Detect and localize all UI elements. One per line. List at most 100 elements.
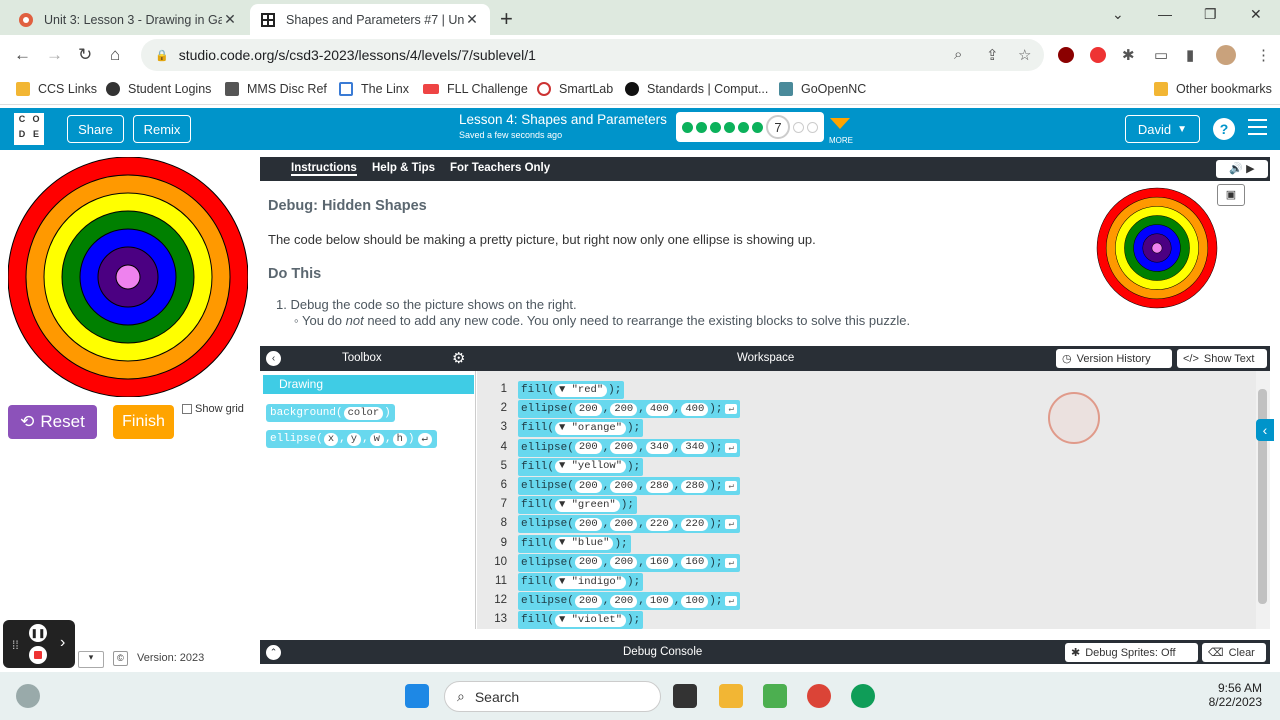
- level-dot[interactable]: [696, 121, 707, 133]
- ellipse-arg[interactable]: 200: [610, 556, 638, 570]
- lesson-title[interactable]: Lesson 4: Shapes and Parameters: [459, 112, 667, 127]
- ellipse-arg[interactable]: 100: [645, 594, 673, 608]
- code-block-ellipse[interactable]: ellipse(200, 200, 280, 280); ↵: [518, 477, 740, 495]
- show-grid-toggle[interactable]: Show grid: [182, 403, 244, 415]
- bookmark-mms-disc-ref[interactable]: MMS Disc Ref: [225, 82, 327, 96]
- file-explorer-icon[interactable]: [719, 684, 743, 708]
- clear-button[interactable]: ⌫ Clear: [1202, 643, 1266, 662]
- share-icon[interactable]: ⇪: [986, 46, 999, 64]
- code-block-fill[interactable]: fill(▼ "blue");: [518, 534, 631, 553]
- version-dropdown[interactable]: ▾: [78, 651, 104, 668]
- code-block-ellipse[interactable]: ellipse(200, 200, 400, 400); ↵: [518, 400, 740, 419]
- taskbar-search[interactable]: ⌕ Search: [444, 681, 661, 712]
- ellipse-arg[interactable]: 200: [610, 479, 638, 493]
- ellipse-arg[interactable]: 100: [681, 594, 709, 608]
- bookmark-ccs-links[interactable]: CCS Links: [16, 82, 97, 96]
- color-dropdown[interactable]: ▼ "indigo": [555, 575, 627, 589]
- extension-u-icon[interactable]: [1058, 47, 1074, 63]
- code-block-fill[interactable]: fill(▼ "yellow");: [518, 457, 644, 476]
- stop-icon[interactable]: [29, 646, 47, 664]
- forward-arrow-icon[interactable]: →: [46, 45, 63, 65]
- code-workspace[interactable]: 1 fill(▼ "red"); 2 ellipse(200, 200, 400, 400)…: [477, 371, 1256, 629]
- windows-start-icon[interactable]: [405, 684, 429, 708]
- ellipse-arg[interactable]: 200: [574, 402, 602, 416]
- collapse-panel-icon[interactable]: ‹: [1256, 419, 1274, 441]
- ellipse-arg[interactable]: 400: [645, 402, 673, 416]
- ellipse-arg[interactable]: 200: [610, 402, 638, 416]
- ellipse-arg[interactable]: 200: [610, 441, 638, 455]
- restore-icon[interactable]: ❐: [1204, 6, 1217, 23]
- user-menu-button[interactable]: David ▼: [1125, 115, 1200, 143]
- chrome-profile-icon[interactable]: [807, 684, 831, 708]
- show-text-button[interactable]: </> Show Text: [1177, 349, 1267, 368]
- tab-lesson3[interactable]: Unit 3: Lesson 3 - Drawing in Gam ✕: [8, 4, 248, 35]
- expand-up-icon[interactable]: ⌃: [266, 645, 281, 660]
- level-dot[interactable]: [752, 121, 763, 133]
- more-chevron-icon[interactable]: [830, 118, 850, 129]
- new-tab-plus-icon[interactable]: +: [500, 6, 513, 32]
- code-org-logo[interactable]: C O D E: [14, 113, 44, 145]
- version-history-button[interactable]: ◷ Version History: [1056, 349, 1172, 368]
- level-dot[interactable]: [807, 121, 818, 133]
- level-dot[interactable]: [738, 121, 749, 133]
- image-preview-icon[interactable]: ▣: [1217, 184, 1245, 206]
- tab-search-chevron-icon[interactable]: ⌄: [1112, 6, 1124, 23]
- workspace-scrollbar[interactable]: [1256, 371, 1270, 629]
- back-arrow-icon[interactable]: ←: [14, 45, 31, 65]
- tab-for-teachers[interactable]: For Teachers Only: [450, 162, 550, 174]
- ellipse-arg[interactable]: 200: [574, 441, 602, 455]
- level-dot[interactable]: [793, 121, 804, 133]
- app-d-icon[interactable]: [763, 684, 787, 708]
- ellipse-arg[interactable]: 200: [610, 594, 638, 608]
- ellipse-arg[interactable]: 160: [645, 556, 673, 570]
- code-block-fill[interactable]: fill(▼ "violet");: [518, 611, 644, 629]
- hamburger-menu-icon[interactable]: [1248, 119, 1267, 140]
- extension-record-icon[interactable]: [1090, 47, 1106, 63]
- cast-icon[interactable]: ▭: [1154, 46, 1168, 64]
- tab-help-tips[interactable]: Help & Tips: [372, 162, 435, 174]
- kebab-menu-icon[interactable]: ⋮: [1256, 46, 1271, 64]
- expected-result-image[interactable]: [1096, 187, 1218, 309]
- code-block-fill[interactable]: fill(▼ "indigo");: [518, 573, 644, 591]
- bookmark-other[interactable]: Other bookmarks: [1154, 82, 1272, 96]
- ellipse-arg[interactable]: 200: [574, 594, 602, 608]
- finish-button[interactable]: Finish: [113, 405, 174, 439]
- bookmark-star-icon[interactable]: ☆: [1018, 46, 1031, 64]
- tab-instructions[interactable]: Instructions: [291, 162, 357, 176]
- copyright-icon[interactable]: ©: [113, 651, 128, 666]
- ellipse-arg[interactable]: 280: [681, 479, 709, 493]
- widgets-icon[interactable]: [16, 684, 40, 708]
- code-block-fill[interactable]: fill(▼ "green");: [518, 496, 637, 515]
- code-block-ellipse[interactable]: ellipse(200, 200, 100, 100); ↵: [518, 592, 740, 611]
- close-tab-icon[interactable]: ✕: [464, 11, 480, 28]
- code-block-fill[interactable]: fill(▼ "orange");: [518, 419, 644, 438]
- ellipse-arg[interactable]: 200: [574, 517, 602, 531]
- more-label[interactable]: MORE: [829, 136, 853, 145]
- checkbox[interactable]: [182, 404, 192, 414]
- code-block-ellipse[interactable]: ellipse(200, 200, 340, 340); ↵: [518, 438, 740, 457]
- color-dropdown[interactable]: ▼ "green": [555, 498, 620, 512]
- level-dot[interactable]: [724, 121, 735, 133]
- code-block-ellipse[interactable]: ellipse(200, 200, 220, 220); ↵: [518, 515, 740, 534]
- remix-button[interactable]: Remix: [133, 115, 191, 143]
- home-icon[interactable]: ⌂: [110, 45, 120, 65]
- code-block-fill[interactable]: fill(▼ "red");: [518, 381, 625, 399]
- collapse-left-icon[interactable]: ‹: [266, 351, 281, 366]
- bookmark-standards[interactable]: Standards | Comput...: [625, 82, 768, 96]
- level-dot[interactable]: [682, 121, 693, 133]
- bookmark-smartlab[interactable]: SmartLab: [537, 82, 613, 96]
- code-block-ellipse[interactable]: ellipse(200, 200, 160, 160); ↵: [518, 553, 740, 572]
- ellipse-arg[interactable]: 220: [681, 517, 709, 531]
- toolbox-block-ellipse[interactable]: ellipse(x, y, w, h) ↵: [266, 430, 437, 448]
- drag-handle-icon[interactable]: ⁞⁞: [12, 638, 19, 652]
- task-view-icon[interactable]: [673, 684, 697, 708]
- ellipse-arg[interactable]: 280: [645, 479, 673, 493]
- expand-chevron-icon[interactable]: ›: [60, 634, 65, 652]
- chrome-icon[interactable]: [851, 684, 875, 708]
- gear-icon[interactable]: ⚙: [452, 349, 465, 367]
- bookmark-the-linx[interactable]: The Linx: [339, 82, 409, 96]
- bookmark-goopennc[interactable]: GoOpenNC: [779, 82, 866, 96]
- ellipse-arg[interactable]: 200: [574, 556, 602, 570]
- ellipse-arg[interactable]: 160: [681, 556, 709, 570]
- bookmark-fll-challenge[interactable]: FLL Challenge: [423, 82, 528, 96]
